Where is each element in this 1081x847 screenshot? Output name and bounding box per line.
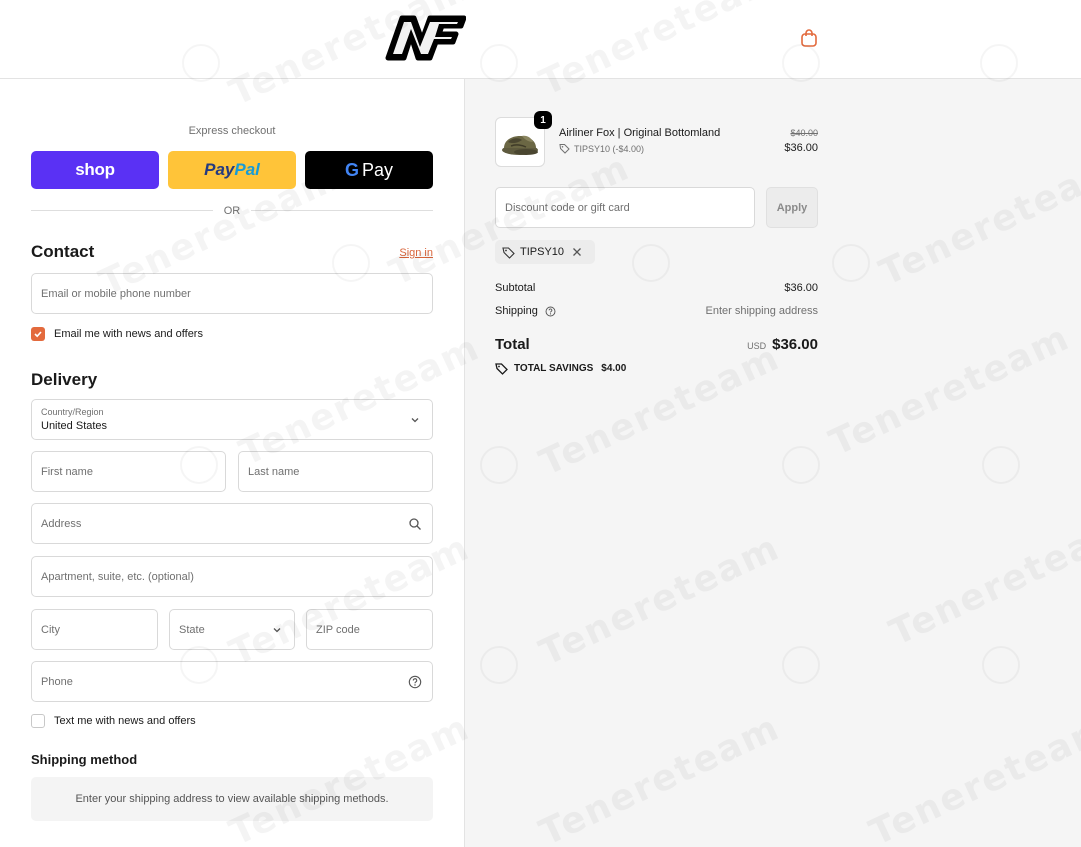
email-field[interactable] <box>31 273 433 314</box>
total-label: Total <box>495 336 530 353</box>
first-name-field[interactable] <box>31 451 226 492</box>
phone-field[interactable] <box>31 661 433 702</box>
shipping-method-message: Enter your shipping address to view avai… <box>31 777 433 821</box>
or-label: OR <box>223 205 241 217</box>
product-discount: TIPSY10 (-$4.00) <box>559 143 644 154</box>
address-input[interactable] <box>32 504 432 543</box>
apply-discount-button[interactable]: Apply <box>766 187 818 228</box>
chevron-down-icon <box>411 418 419 423</box>
shop-pay-label: shop <box>75 160 115 179</box>
subtotal-row: Subtotal $36.00 <box>495 282 818 294</box>
last-name-input[interactable] <box>239 452 432 491</box>
total-savings: TOTAL SAVINGS $4.00 <box>495 362 626 375</box>
check-icon <box>34 331 42 338</box>
discounted-price: $36.00 <box>784 142 818 154</box>
zip-input[interactable] <box>307 610 432 649</box>
phone-input[interactable] <box>32 662 432 701</box>
total-amount: $36.00 <box>772 336 818 353</box>
express-checkout-label: Express checkout <box>188 125 276 137</box>
apartment-field[interactable] <box>31 556 433 597</box>
brand-logo[interactable] <box>384 12 466 62</box>
close-icon[interactable] <box>572 247 582 257</box>
country-select[interactable]: Country/Region United States <box>31 399 433 440</box>
discount-code-field[interactable] <box>495 187 755 228</box>
email-news-label: Email me with news and offers <box>54 328 203 340</box>
city-input[interactable] <box>32 610 157 649</box>
search-icon[interactable] <box>408 517 422 531</box>
shipping-method-title: Shipping method <box>31 752 138 767</box>
zip-field[interactable] <box>306 609 433 650</box>
google-g-icon: G <box>344 159 359 180</box>
google-pay-label: Pay <box>361 159 394 180</box>
first-name-input[interactable] <box>32 452 225 491</box>
original-price: $40.00 <box>790 128 818 138</box>
total-amount-wrap: USD $36.00 <box>747 336 818 354</box>
shipping-method-text: Enter your shipping address to view avai… <box>75 793 389 805</box>
contact-title: Contact <box>31 242 95 261</box>
applied-discount-chip: TIPSY10 <box>495 240 596 264</box>
subtotal-label: Subtotal <box>495 282 536 294</box>
subtotal-value: $36.00 <box>784 282 818 294</box>
city-field[interactable] <box>31 609 158 650</box>
state-placeholder: State <box>179 624 205 636</box>
total-row: Total USD $36.00 <box>495 336 818 354</box>
shopping-bag-icon[interactable] <box>800 28 818 48</box>
country-value: United States <box>41 420 108 432</box>
total-savings-amount: $4.00 <box>601 363 627 374</box>
applied-discount-code: TIPSY10 <box>520 246 565 258</box>
text-news-checkbox[interactable] <box>31 714 45 728</box>
tag-icon <box>502 246 515 259</box>
product-name: Airliner Fox | Original Bottomland <box>559 127 721 139</box>
paypal-label-pay: Pay <box>204 160 235 179</box>
paypal-button[interactable]: Pay Pal <box>168 151 296 189</box>
total-savings-label: TOTAL SAVINGS <box>514 363 594 374</box>
shop-pay-button[interactable]: shop <box>31 151 159 189</box>
email-news-checkbox[interactable] <box>31 327 45 341</box>
sign-in-link[interactable]: Sign in <box>399 247 433 259</box>
chevron-down-icon <box>273 628 281 633</box>
shipping-label-wrap: Shipping <box>495 305 556 317</box>
email-news-option[interactable]: Email me with news and offers <box>31 327 203 341</box>
total-currency: USD <box>747 341 767 351</box>
help-circle-icon[interactable] <box>408 675 422 689</box>
help-circle-icon[interactable] <box>545 306 556 317</box>
country-label: Country/Region <box>41 407 104 417</box>
shipping-row: Shipping Enter shipping address <box>495 305 818 317</box>
last-name-field[interactable] <box>238 451 433 492</box>
state-select[interactable]: State <box>169 609 295 650</box>
shipping-label: Shipping <box>495 305 538 317</box>
address-field[interactable] <box>31 503 433 544</box>
google-pay-button[interactable]: G Pay <box>305 151 433 189</box>
quantity-badge: 1 <box>534 111 552 129</box>
email-input[interactable] <box>32 274 432 313</box>
paypal-label-pal: Pal <box>234 160 260 179</box>
checkout-header <box>0 0 1081 79</box>
tag-icon <box>559 144 570 154</box>
delivery-title: Delivery <box>31 370 98 389</box>
discount-code-input[interactable] <box>496 188 754 227</box>
tag-icon <box>495 363 508 375</box>
shipping-value: Enter shipping address <box>705 305 818 317</box>
text-news-label: Text me with news and offers <box>54 715 196 727</box>
apartment-input[interactable] <box>32 557 432 596</box>
product-discount-text: TIPSY10 (-$4.00) <box>574 143 645 154</box>
text-news-option[interactable]: Text me with news and offers <box>31 714 196 728</box>
watermark-text: Tenereteam <box>224 527 477 674</box>
